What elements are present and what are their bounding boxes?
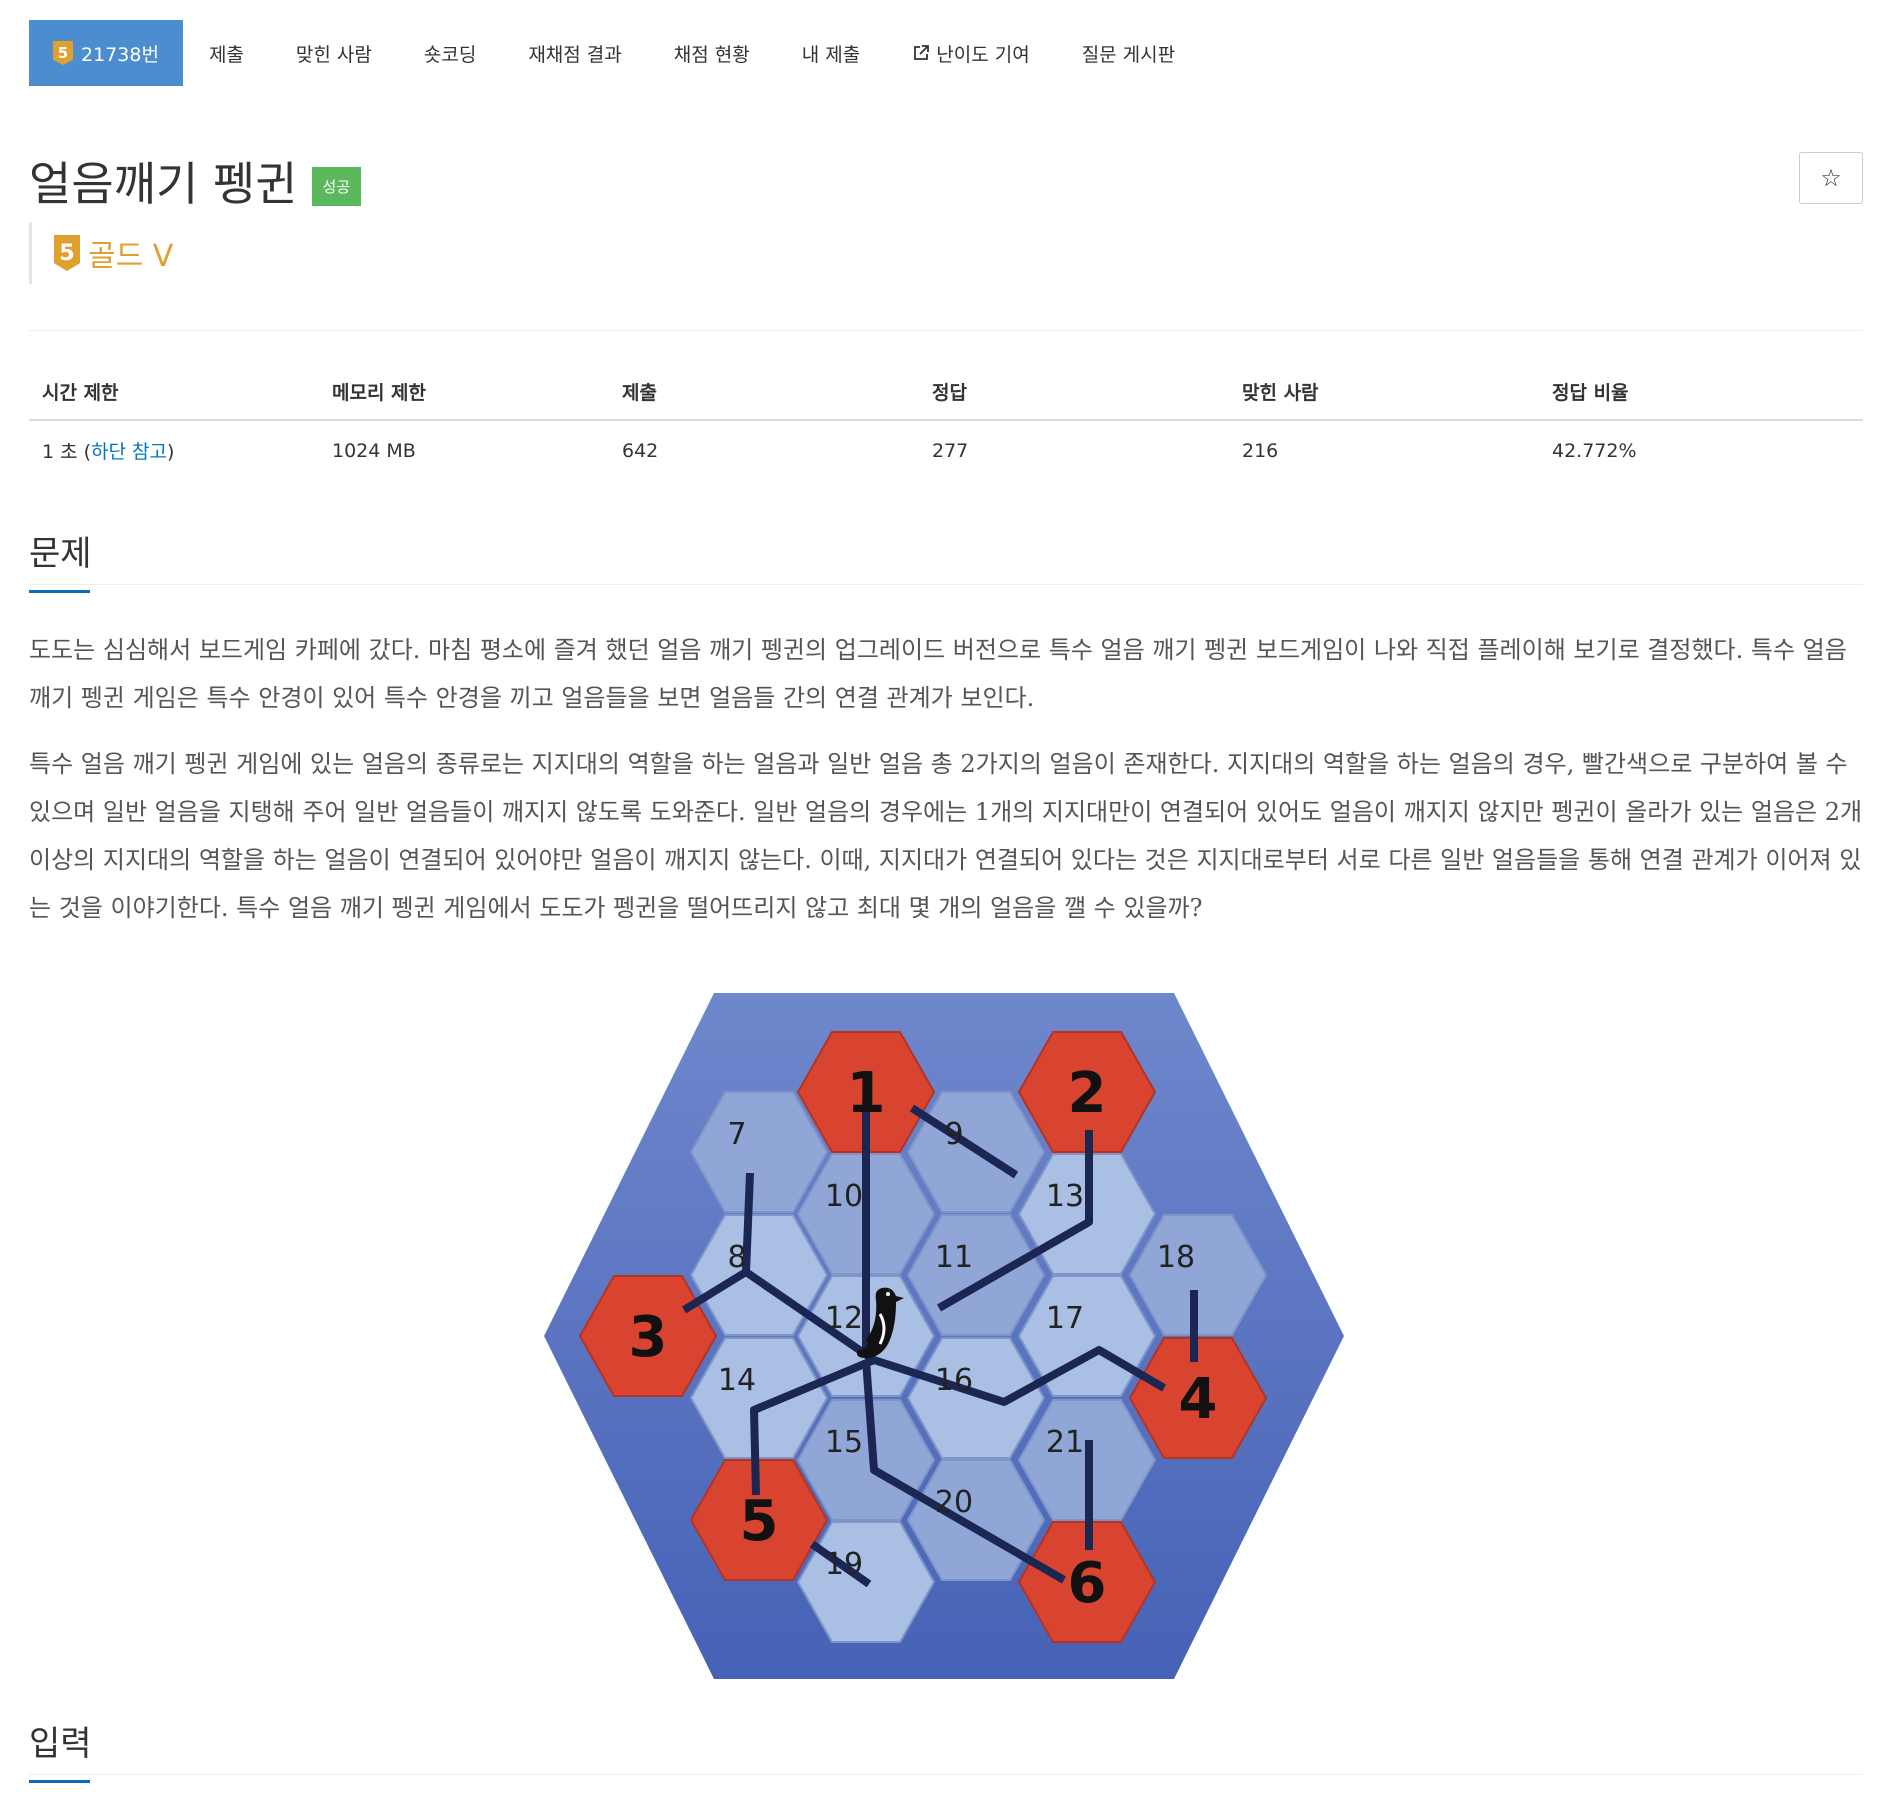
time-limit-note-link[interactable]: 하단 참고 (91, 441, 167, 463)
ice-label: 8 (727, 1240, 746, 1275)
column-header: 제출 (609, 368, 919, 421)
ice-label: 12 (825, 1301, 863, 1336)
column-header: 정답 (919, 368, 1229, 421)
support-ice-label: 2 (1068, 1061, 1107, 1126)
tier-info: 5 골드 V (29, 222, 173, 284)
ice-label: 19 (825, 1547, 863, 1582)
ratio-cell: 42.772% (1552, 439, 1637, 462)
tab-rejudge-results[interactable]: 재채점 결과 (502, 20, 647, 86)
time-limit-cell: 1 초 (하단 참고) (42, 441, 175, 463)
problem-info-table: 시간 제한 메모리 제한 제출 정답 맞힌 사람 정답 비율 1 초 (하단 참… (29, 368, 1863, 480)
tab-submit[interactable]: 제출 (183, 20, 270, 86)
difficulty-contribution-label: 난이도 기여 (936, 43, 1030, 66)
tier-badge-icon: 5 (53, 41, 73, 65)
ice-label: 13 (1046, 1179, 1084, 1214)
support-ice-label: 4 (1179, 1367, 1218, 1432)
table-header-row: 시간 제한 메모리 제한 제출 정답 맞힌 사람 정답 비율 (29, 368, 1863, 421)
tab-my-submissions[interactable]: 내 제출 (776, 20, 886, 86)
column-header: 정답 비율 (1539, 368, 1863, 421)
divider (29, 1774, 1863, 1775)
tier-badge-icon: 5 (54, 235, 80, 271)
submissions-cell: 642 (622, 439, 659, 462)
support-ice-label: 3 (629, 1305, 668, 1370)
ice-board-figure: 1 23456789101112131415161718192021 (544, 993, 1344, 1679)
memory-limit-cell: 1024 MB (332, 439, 416, 462)
accepted-cell: 277 (932, 439, 969, 462)
solvers-cell: 216 (1242, 439, 1279, 462)
support-ice-label: 1 (847, 1061, 886, 1126)
problem-nav: 5 21738번 제출 맞힌 사람 숏코딩 재채점 결과 채점 현황 내 제출 … (29, 20, 1201, 86)
ice-label: 20 (935, 1485, 973, 1520)
ice-label: 17 (1046, 1301, 1084, 1336)
ice-label: 7 (727, 1117, 746, 1152)
problem-paragraph-1: 도도는 심심해서 보드게임 카페에 갔다. 마침 평소에 즐겨 했던 얼음 깨기… (29, 636, 1847, 712)
ice-label: 11 (935, 1240, 973, 1275)
problem-paragraph-2: 특수 얼음 깨기 펭귄 게임에 있는 얼음의 종류로는 지지대의 역할을 하는 … (29, 750, 1863, 922)
title-row: 얼음깨기 펭귄 성공 (29, 148, 362, 214)
section-heading-input: 입력 (29, 1716, 92, 1783)
external-link-icon (914, 45, 930, 60)
tier-name[interactable]: 골드 V (88, 231, 173, 275)
section-heading-problem: 문제 (29, 526, 92, 593)
ice-label: 18 (1157, 1240, 1195, 1275)
ice-label: 15 (825, 1425, 863, 1460)
tab-status[interactable]: 채점 현황 (648, 20, 776, 86)
ice-label: 10 (825, 1179, 863, 1214)
tab-problem-number[interactable]: 5 21738번 (29, 20, 183, 86)
page-title: 얼음깨기 펭귄 (29, 157, 298, 211)
column-header: 시간 제한 (29, 368, 319, 421)
ice-label: 14 (718, 1363, 756, 1398)
support-ice-label: 6 (1068, 1551, 1107, 1616)
divider (29, 330, 1863, 331)
tab-solvers[interactable]: 맞힌 사람 (270, 20, 398, 86)
tab-short-coding[interactable]: 숏코딩 (398, 20, 502, 86)
divider (29, 584, 1863, 585)
column-header: 맞힌 사람 (1229, 368, 1539, 421)
table-row: 1 초 (하단 참고) 1024 MB 642 277 216 42.772% (29, 420, 1863, 480)
ice-label: 9 (944, 1117, 963, 1152)
support-ice-label: 5 (740, 1489, 779, 1554)
status-badge: 성공 (311, 166, 362, 206)
problem-number-label: 21738번 (81, 43, 159, 66)
column-header: 메모리 제한 (319, 368, 609, 421)
heading-underline (29, 1780, 90, 1783)
tab-question-board[interactable]: 질문 게시판 (1056, 20, 1201, 86)
star-button[interactable]: ☆ (1799, 152, 1863, 204)
heading-underline (29, 590, 90, 593)
ice-label: 16 (935, 1363, 973, 1398)
ice-label: 21 (1046, 1425, 1084, 1460)
tab-difficulty-contribution[interactable]: 난이도 기여 (886, 20, 1055, 86)
